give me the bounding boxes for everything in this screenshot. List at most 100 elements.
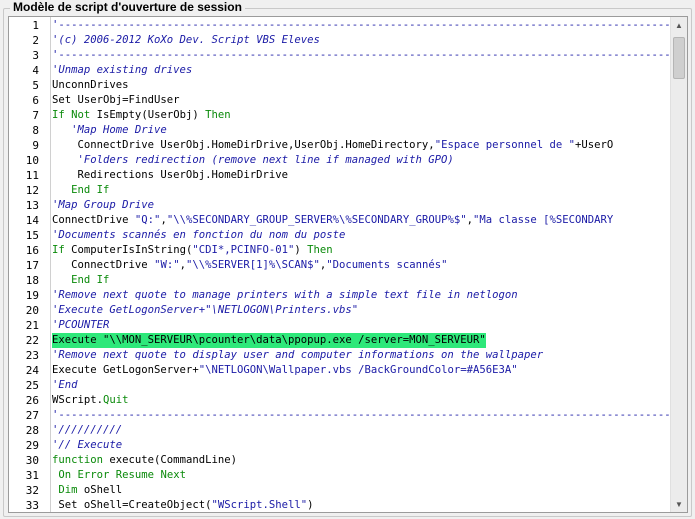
code-line[interactable]: End If: [52, 273, 109, 288]
line-number: 27: [25, 409, 39, 422]
code-line[interactable]: WScript.Quit: [52, 393, 129, 408]
line-number: 23: [25, 349, 39, 362]
group-title: Modèle de script d'ouverture de session: [10, 0, 245, 14]
line-number: 16: [25, 244, 39, 257]
code-line[interactable]: Set UserObj=FindUser: [52, 93, 180, 108]
line-number: 24: [25, 364, 39, 377]
code-line[interactable]: UnconnDrives: [52, 78, 129, 93]
code-line[interactable]: 'PCOUNTER: [52, 318, 109, 333]
line-number: 26: [25, 394, 39, 407]
line-number-gutter: 1 2 3 4 5 6 7 8 9 10 11 12 13 14 15 16 17 18 19 20 21 22 23 24 2…: [9, 17, 51, 512]
code-token: ConnectDrive: [52, 214, 135, 226]
code-token: On Error Resume: [52, 469, 161, 481]
code-token: IsEmpty: [96, 109, 142, 121]
line-number: 8: [32, 124, 39, 137]
code-line[interactable]: On Error Resume Next: [52, 468, 186, 483]
line-number: 33: [25, 499, 39, 512]
code-line[interactable]: 'Map Home Drive: [52, 123, 167, 138]
code-token: 'PCOUNTER: [52, 319, 110, 331]
line-number: 3: [32, 49, 39, 62]
code-token: 'Remove next quote to display user and c…: [52, 349, 544, 361]
code-line[interactable]: ConnectDrive UserObj.HomeDirDrive,UserOb…: [52, 138, 614, 153]
code-token: Then: [307, 244, 333, 256]
scroll-thumb[interactable]: [673, 37, 685, 79]
code-line[interactable]: 'Documents scannés en fonction du nom du…: [52, 228, 345, 243]
code-line[interactable]: Dim oShell: [52, 483, 122, 498]
line-number: 5: [32, 79, 39, 92]
line-number: 7: [32, 109, 39, 122]
code-token: "CDI*,PCINFO-01": [192, 244, 295, 256]
code-line[interactable]: 'End: [52, 378, 78, 393]
code-token: 'Map Group Drive: [52, 199, 155, 211]
code-line[interactable]: 'Unmap existing drives: [52, 63, 192, 78]
code-line[interactable]: ConnectDrive "W:","\\%SERVER[1]%\SCAN$",…: [52, 258, 447, 273]
code-line-highlighted[interactable]: Execute "\\MON_SERVEUR\pcounter\data\ppo…: [52, 333, 486, 348]
code-token: "WScript.Shell": [211, 499, 308, 511]
code-token: 'Map Home Drive: [52, 124, 167, 136]
code-line[interactable]: If Not IsEmpty(UserObj) Then: [52, 108, 231, 123]
line-number: 31: [25, 469, 39, 482]
code-line[interactable]: If ComputerIsInString("CDI*,PCINFO-01") …: [52, 243, 333, 258]
code-line[interactable]: Set oShell=CreateObject("WScript.Shell"): [52, 498, 314, 512]
code-token: '// Execute: [52, 439, 123, 451]
code-line[interactable]: 'Remove next quote to manage printers wi…: [52, 288, 518, 303]
line-number: 30: [25, 454, 39, 467]
line-number: 13: [25, 199, 39, 212]
code-token: ): [294, 244, 308, 256]
code-line[interactable]: 'Remove next quote to display user and c…: [52, 348, 543, 363]
line-number: 15: [25, 229, 39, 242]
code-line[interactable]: Execute GetLogonServer+"\NETLOGON\Wallpa…: [52, 363, 518, 378]
code-token: 'End: [52, 379, 78, 391]
line-number: 2: [32, 34, 39, 47]
line-number: 17: [25, 259, 39, 272]
code-line[interactable]: '---------------------------------------…: [52, 408, 670, 423]
code-token: If: [52, 244, 72, 256]
code-line[interactable]: End If: [52, 183, 109, 198]
scroll-up-icon[interactable]: ▲: [671, 17, 687, 33]
scroll-down-icon[interactable]: ▼: [671, 496, 687, 512]
line-number: 4: [32, 64, 39, 77]
code-token: 'Execute GetLogonServer+"\NETLOGON\Print…: [52, 304, 359, 316]
code-line[interactable]: '(c) 2006-2012 KoXo Dev. Script VBS Elev…: [52, 33, 320, 48]
code-token: Next: [160, 469, 186, 481]
script-template-group: Modèle de script d'ouverture de session …: [0, 0, 695, 519]
code-token: UserObj: [147, 109, 193, 121]
code-editor[interactable]: 1 2 3 4 5 6 7 8 9 10 11 12 13 14 15 16 17 18 19 20 21 22 23 24 2…: [8, 16, 688, 513]
code-line[interactable]: 'Map Group Drive: [52, 198, 154, 213]
line-number: 29: [25, 439, 39, 452]
code-token: "W:": [154, 259, 180, 271]
code-token: ConnectDrive: [52, 259, 155, 271]
code-line[interactable]: '//////////: [52, 423, 122, 438]
code-token: ): [307, 499, 314, 511]
code-token: '//////////: [52, 424, 123, 436]
code-token: Dim: [52, 484, 84, 496]
code-line[interactable]: '// Execute: [52, 438, 122, 453]
code-token: oShell: [83, 484, 123, 496]
code-token: UnconnDrives: [52, 79, 129, 91]
code-line[interactable]: Redirections UserObj.HomeDirDrive: [52, 168, 289, 183]
vertical-scrollbar[interactable]: ▲ ▼: [670, 17, 687, 512]
code-line[interactable]: '---------------------------------------…: [52, 18, 670, 33]
code-line[interactable]: '---------------------------------------…: [52, 48, 670, 63]
code-token: "Ma classe [%SECONDARY: [472, 214, 614, 226]
code-token: WScript.: [52, 394, 104, 406]
code-token: Quit: [103, 394, 129, 406]
code-token: '---------------------------------------…: [52, 49, 670, 61]
line-number: 14: [25, 214, 39, 227]
code-token: ComputerIsInString(: [71, 244, 193, 256]
code-token: '---------------------------------------…: [52, 409, 670, 421]
code-line[interactable]: 'Execute GetLogonServer+"\NETLOGON\Print…: [52, 303, 358, 318]
line-number: 18: [25, 274, 39, 287]
code-token: If Not: [52, 109, 97, 121]
line-number: 32: [25, 484, 39, 497]
code-token: execute(CommandLine): [109, 454, 237, 466]
code-line[interactable]: function execute(CommandLine): [52, 453, 237, 468]
code-area[interactable]: '---------------------------------------…: [52, 17, 670, 512]
code-line[interactable]: ConnectDrive "Q:","\\%SECONDARY_GROUP_SE…: [52, 213, 613, 228]
line-number: 10: [25, 154, 39, 167]
code-line[interactable]: 'Folders redirection (remove next line i…: [52, 153, 454, 168]
line-number: 25: [25, 379, 39, 392]
line-number: 6: [32, 94, 39, 107]
code-token: ConnectDrive UserObj.HomeDirDrive,UserOb…: [52, 139, 435, 151]
code-token: function: [52, 454, 110, 466]
